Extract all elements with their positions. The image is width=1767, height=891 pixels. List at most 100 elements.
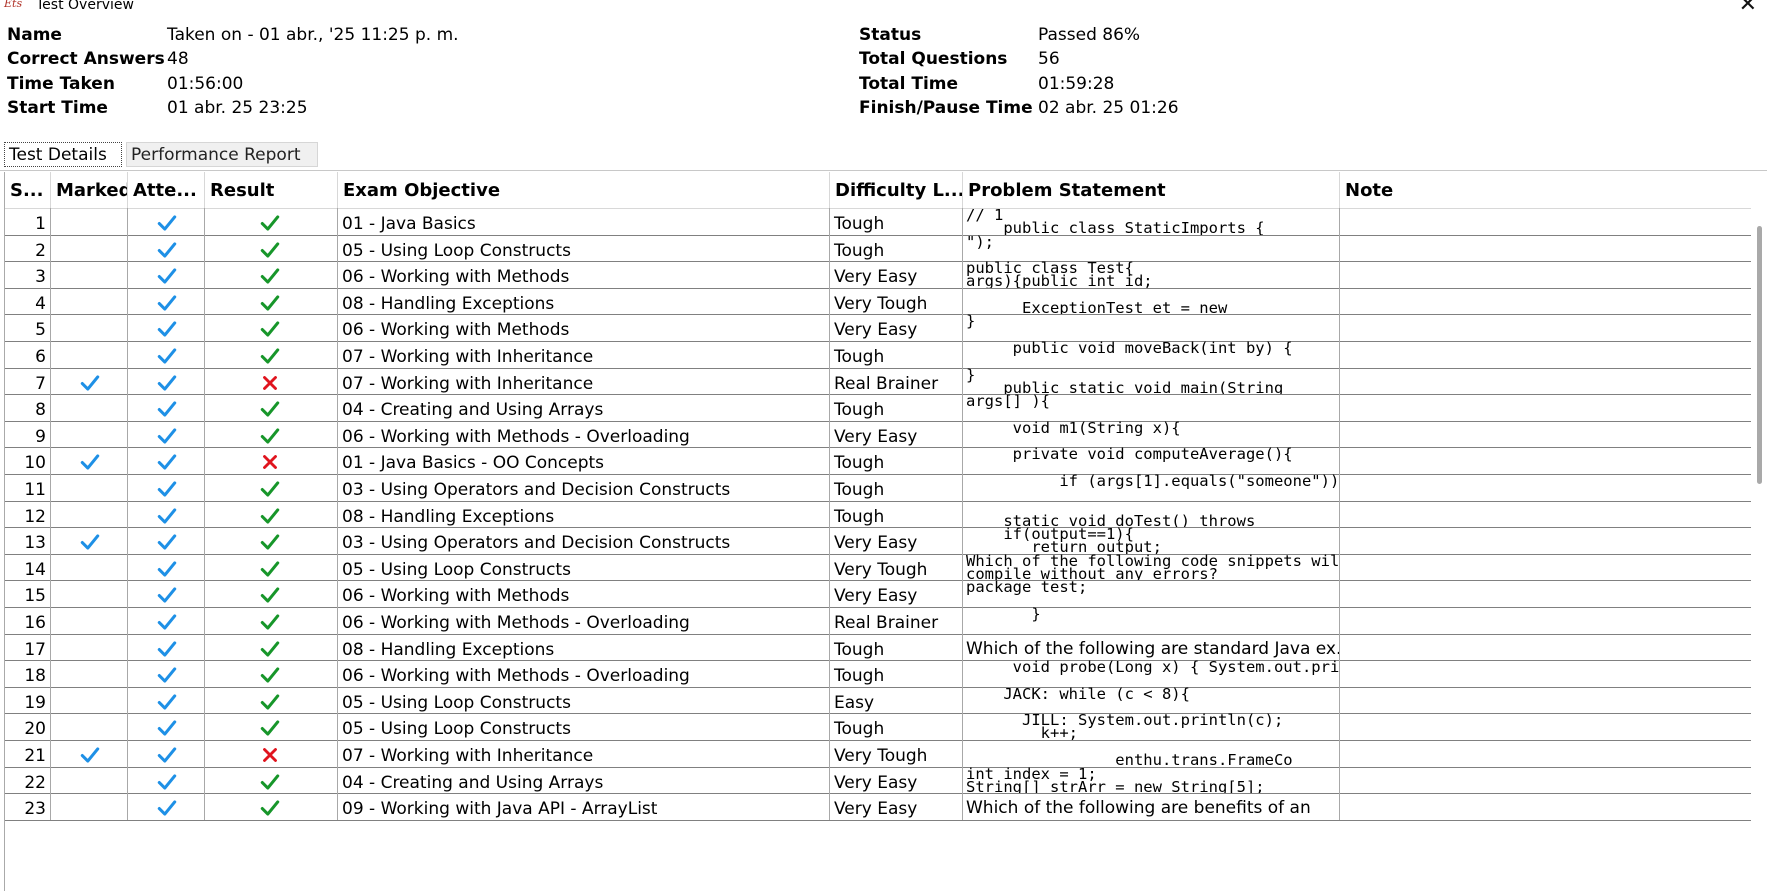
table-row[interactable]: 15 06 - Working with Methods Very Easy pack… [5, 580, 1751, 608]
problem-statement-cell: void probe(Long x) { System.out.pri [963, 660, 1340, 687]
column-header-difficulty[interactable]: Difficulty L... [830, 172, 963, 208]
note-cell [1340, 288, 1751, 315]
exam-objective-cell: 04 - Creating and Using Arrays [338, 766, 830, 794]
serial-number-cell: 19 [5, 686, 51, 714]
table-row[interactable]: 11 03 - Using Operators and Decision Cons… [5, 474, 1751, 502]
attempted-cell [128, 341, 205, 368]
serial-number-cell: 21 [5, 740, 51, 767]
scrollbar-thumb[interactable] [1757, 226, 1762, 484]
finish-time-value: 02 abr. 25 01:26 [1038, 98, 1179, 118]
note-cell [1340, 235, 1751, 262]
table-row[interactable]: 17 08 - Handling Exceptions Tough Which of … [5, 633, 1751, 662]
tab-test-details[interactable]: Test Details [4, 142, 122, 167]
attempted-cell [128, 527, 205, 554]
tab-performance-report[interactable]: Performance Report [126, 142, 318, 167]
note-cell [1340, 421, 1751, 448]
table-row[interactable]: 5 06 - Working with Methods Very Easy} [5, 314, 1751, 342]
problem-line: public class StaticImports { [966, 219, 1265, 235]
app-logo-icon: Ets [4, 0, 23, 10]
table-row[interactable]: 19 05 - Using Loop Constructs Easy JACK: w… [5, 686, 1751, 715]
correct-answers-label: Correct Answers [7, 49, 165, 69]
close-icon[interactable]: ✕ [1739, 0, 1757, 16]
attempted-cell [128, 660, 205, 687]
green-check-icon [260, 321, 280, 337]
note-cell [1340, 580, 1751, 607]
green-check-icon [260, 667, 280, 683]
result-cell [205, 367, 338, 395]
exam-objective-cell: 05 - Using Loop Constructs [338, 686, 830, 714]
attempted-cell [128, 261, 205, 288]
table-row[interactable]: 9 06 - Working with Methods - Overloading… [5, 420, 1751, 449]
table-row[interactable]: 3 06 - Working with Methods Very Easy publi… [5, 261, 1751, 289]
green-check-icon [260, 774, 280, 790]
attempted-cell [128, 633, 205, 661]
test-details-table: S... Marked Atte... Result Exam Objectiv… [4, 172, 1751, 891]
table-row[interactable]: 1 01 - Java Basics Tough// 1 public class … [5, 208, 1751, 236]
note-cell [1340, 314, 1751, 341]
green-check-icon [260, 800, 280, 816]
blue-check-icon [157, 747, 177, 763]
column-header-result[interactable]: Result [205, 172, 338, 208]
blue-check-icon [157, 720, 177, 736]
result-cell [205, 740, 338, 767]
table-row[interactable]: 4 08 - Handling Exceptions Very Tough Exce… [5, 287, 1751, 316]
note-cell [1340, 261, 1751, 288]
attempted-cell [128, 686, 205, 714]
problem-statement-cell: JILL: System.out.println(c); k++; [963, 713, 1340, 740]
result-cell [205, 234, 338, 262]
serial-number-cell: 4 [5, 287, 51, 315]
blue-check-icon [157, 401, 177, 417]
column-header-serial[interactable]: S... [5, 172, 51, 208]
serial-number-cell: 10 [5, 447, 51, 474]
marked-cell [51, 686, 128, 714]
column-header-problem-statement[interactable]: Problem Statement [963, 172, 1340, 208]
table-row[interactable]: 16 06 - Working with Methods - Overloadin… [5, 607, 1751, 635]
attempted-cell [128, 500, 205, 528]
table-row[interactable]: 20 05 - Using Loop Constructs Tough JILL: … [5, 713, 1751, 741]
attempted-cell [128, 740, 205, 767]
marked-cell [51, 261, 128, 288]
column-header-marked[interactable]: Marked [51, 172, 128, 208]
blue-check-icon [157, 268, 177, 284]
attempted-cell [128, 553, 205, 581]
column-header-note[interactable]: Note [1340, 172, 1751, 208]
blue-check-icon [157, 428, 177, 444]
table-row[interactable]: 6 07 - Working with Inheritance Tough publ… [5, 341, 1751, 369]
table-row[interactable]: 21 07 - Working with Inheritance Very Toug… [5, 740, 1751, 768]
table-row[interactable]: 8 04 - Creating and Using Arrays Tough args… [5, 394, 1751, 422]
result-cell [205, 580, 338, 607]
result-cell [205, 394, 338, 421]
table-row[interactable]: 2 05 - Using Loop Constructs Tough "); [5, 234, 1751, 263]
difficulty-cell: Very Easy [830, 793, 963, 820]
blue-check-icon [157, 614, 177, 630]
difficulty-cell: Very Easy [830, 420, 963, 448]
exam-objective-cell: 06 - Working with Methods [338, 314, 830, 341]
table-row[interactable]: 18 06 - Working with Methods - Overloadin… [5, 660, 1751, 688]
problem-line: void probe(Long x) { System.out.pri [966, 660, 1340, 677]
table-row[interactable]: 7 07 - Working with Inheritance Real Brain… [5, 367, 1751, 396]
result-cell [205, 633, 338, 661]
column-header-attempted[interactable]: Atte... [128, 172, 205, 208]
blue-check-icon [157, 295, 177, 311]
vertical-scrollbar[interactable] [1753, 172, 1767, 891]
column-header-exam-objective[interactable]: Exam Objective [338, 172, 830, 208]
window-title: Test Overview [36, 0, 134, 13]
table-row[interactable]: 22 04 - Creating and Using Arrays Very Eas… [5, 766, 1751, 795]
attempted-cell [128, 447, 205, 474]
table-row[interactable]: 10 01 - Java Basics - OO Concepts Tough pr… [5, 447, 1751, 475]
problem-statement-cell: if (args[1].equals("someone")){ [963, 474, 1340, 501]
marked-cell [51, 660, 128, 687]
attempted-cell [128, 394, 205, 421]
note-cell [1340, 208, 1751, 235]
result-cell [205, 766, 338, 794]
problem-line: String[] strArr = new String[5]; [966, 777, 1265, 794]
problem-statement-cell: ExceptionTest et = new [963, 287, 1340, 315]
table-row[interactable]: 23 09 - Working with Java API - ArrayList… [5, 793, 1751, 821]
table-row[interactable]: 14 05 - Using Loop Constructs Very Tough Wh… [5, 553, 1751, 582]
attempted-cell [128, 367, 205, 395]
marked-cell [51, 553, 128, 581]
blue-check-icon [157, 774, 177, 790]
problem-line: } [966, 314, 976, 331]
table-row[interactable]: 13 03 - Using Operators and Decision Cons… [5, 527, 1751, 555]
table-row[interactable]: 12 08 - Handling Exceptions Tough static v… [5, 500, 1751, 529]
